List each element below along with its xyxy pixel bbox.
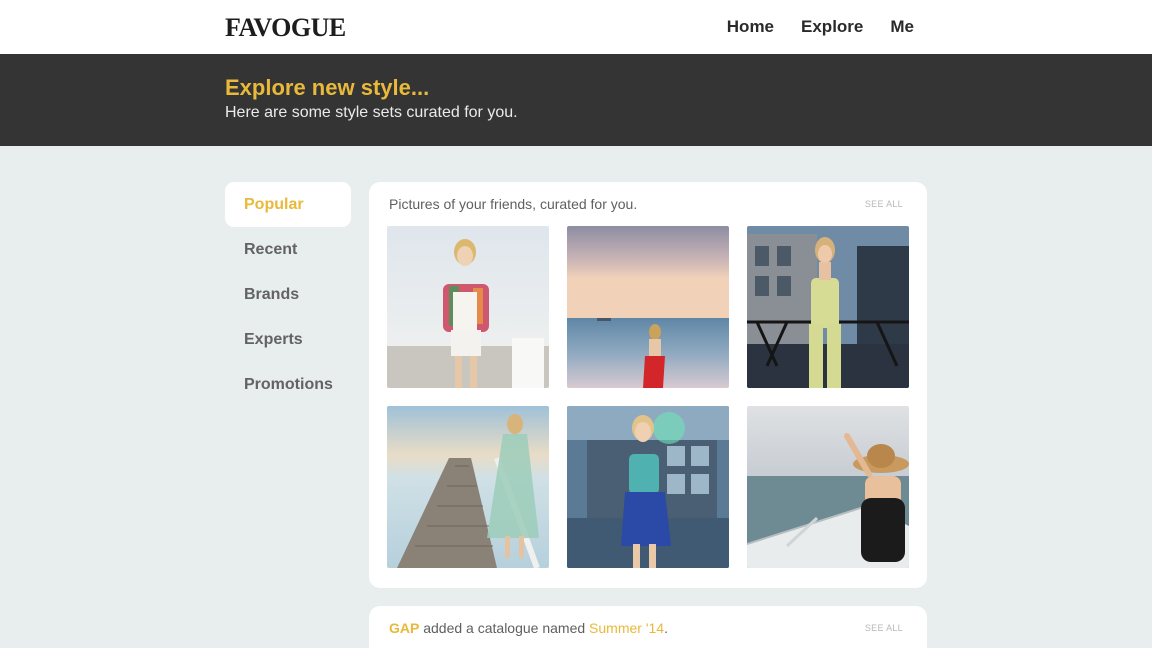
catalogue-update-card: GAP added a catalogue named Summer '14. …: [369, 606, 927, 648]
photo-tile[interactable]: [567, 406, 729, 568]
update-text: added a catalogue named: [423, 620, 586, 636]
sidebar-item-experts[interactable]: Experts: [225, 317, 351, 362]
brand-link[interactable]: GAP: [389, 620, 419, 636]
nav-explore[interactable]: Explore: [801, 17, 863, 37]
hero-title: Explore new style...: [225, 75, 430, 100]
card-heading: Pictures of your friends, curated for yo…: [389, 196, 638, 212]
catalogue-update-text: GAP added a catalogue named Summer '14.: [389, 620, 668, 636]
woman-mint-dress-pier-photo: [387, 406, 549, 568]
sidebar-item-brands[interactable]: Brands: [225, 272, 351, 317]
sidebar-item-popular[interactable]: Popular: [225, 182, 351, 227]
photo-tile[interactable]: [387, 226, 549, 388]
friends-pictures-card: Pictures of your friends, curated for yo…: [369, 182, 927, 588]
nav-me[interactable]: Me: [890, 17, 914, 37]
sidebar: Popular Recent Brands Experts Promotions: [225, 182, 351, 407]
sidebar-item-promotions[interactable]: Promotions: [225, 362, 351, 407]
photo-tile[interactable]: [747, 406, 909, 568]
see-all-link[interactable]: SEE ALL: [865, 623, 903, 633]
woman-blue-skirt-harbour-photo: [567, 406, 729, 568]
catalogue-link[interactable]: Summer '14: [589, 620, 664, 636]
photo-tile[interactable]: [387, 406, 549, 568]
sidebar-item-recent[interactable]: Recent: [225, 227, 351, 272]
woman-sun-hat-boat-photo: [747, 406, 909, 568]
photo-grid: [387, 226, 909, 568]
update-text-end: .: [664, 620, 668, 636]
logo[interactable]: FAVOGUE: [225, 13, 346, 43]
see-all-link[interactable]: SEE ALL: [865, 199, 903, 209]
woman-yellow-jumpsuit-railing-photo: [747, 226, 909, 388]
woman-red-dress-sunset-sea-photo: [567, 226, 729, 388]
hero-banner: Explore new style... Here are some style…: [0, 54, 1152, 146]
photo-tile[interactable]: [747, 226, 909, 388]
nav-home[interactable]: Home: [727, 17, 774, 37]
woman-floral-jacket-photo: [387, 226, 549, 388]
top-bar: FAVOGUE Home Explore Me: [0, 0, 1152, 54]
main-nav: Home Explore Me: [727, 17, 914, 37]
photo-tile[interactable]: [567, 226, 729, 388]
hero-subtitle: Here are some style sets curated for you…: [225, 104, 518, 121]
